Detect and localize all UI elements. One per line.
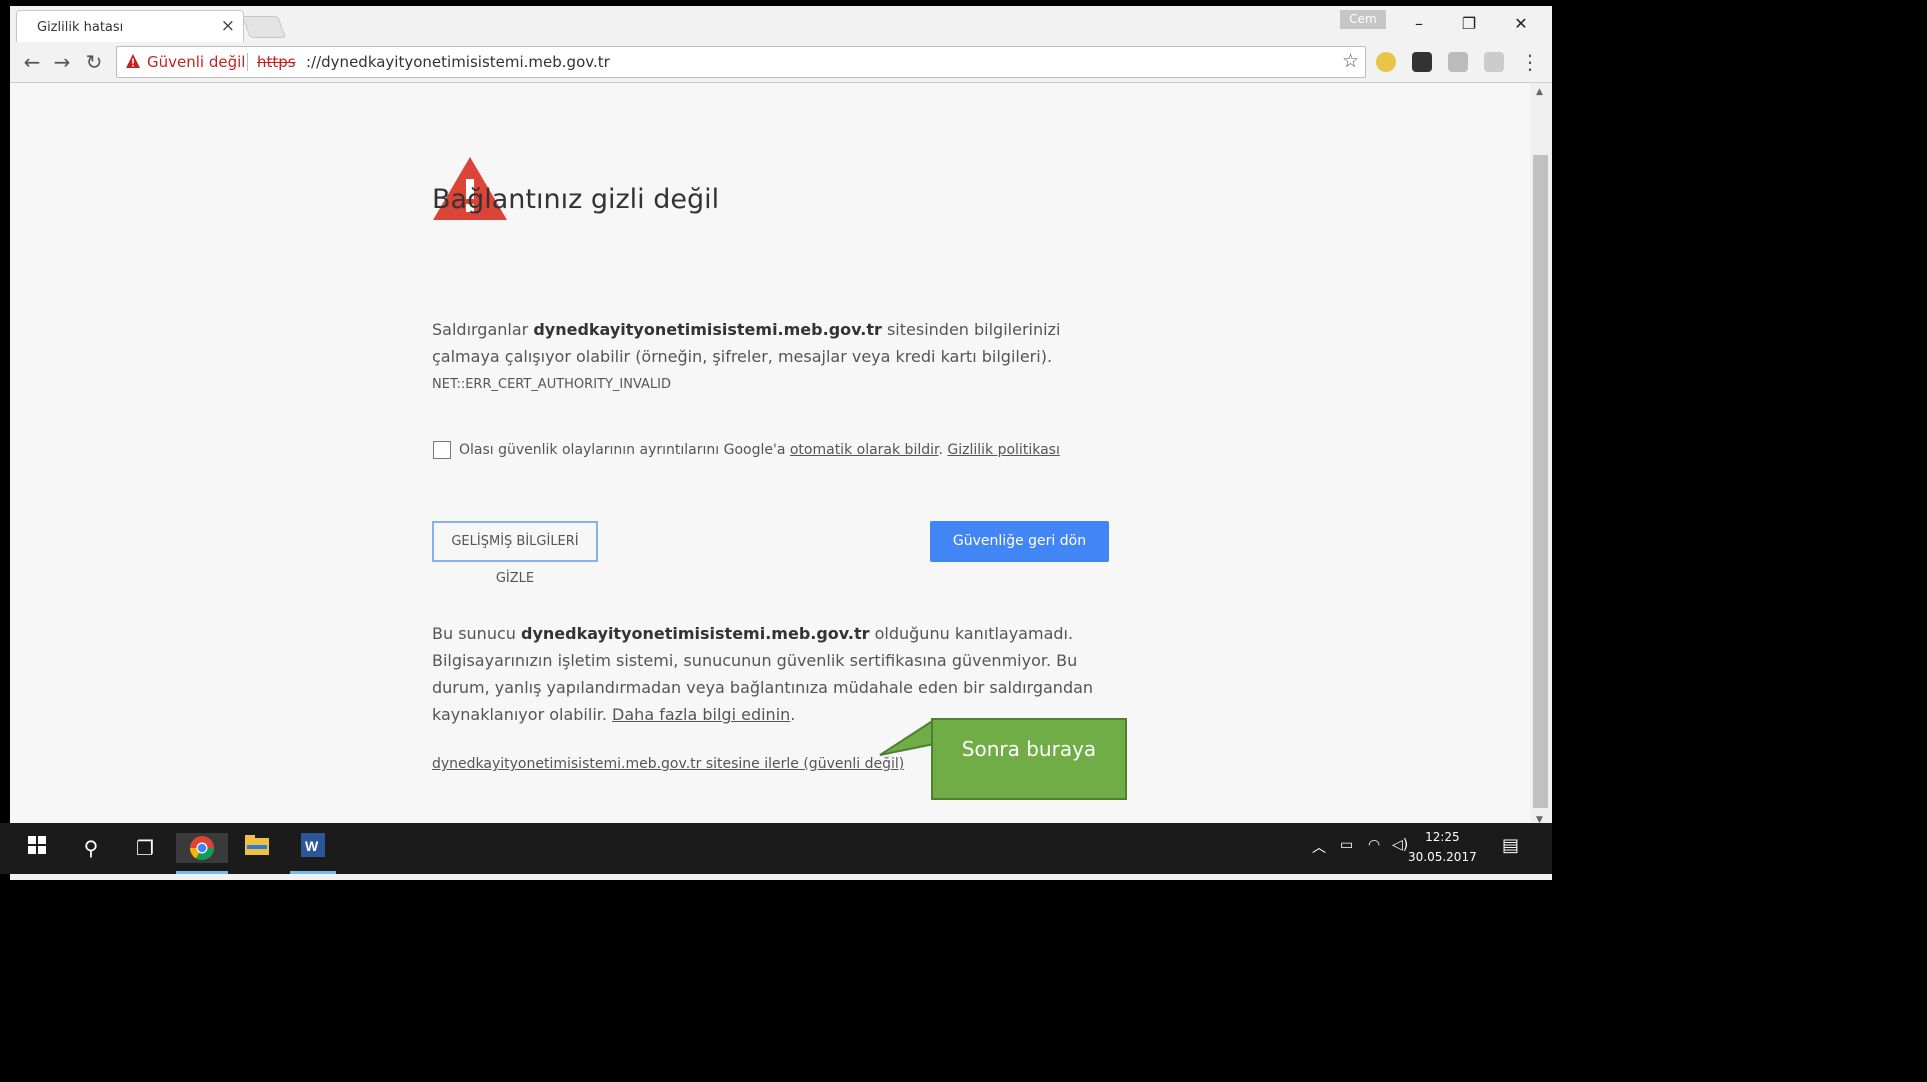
minimize-button[interactable]: – bbox=[1404, 12, 1434, 36]
scrollbar[interactable]: ▲ ▼ bbox=[1530, 83, 1552, 829]
url-scheme: https bbox=[257, 53, 296, 71]
back-to-safety-button[interactable]: Güvenliğe geri dön bbox=[930, 521, 1109, 562]
title-bar: Gizlilik hatası × Cem – ❐ ✕ bbox=[10, 6, 1552, 43]
close-window-button[interactable]: ✕ bbox=[1506, 12, 1536, 36]
restore-button[interactable]: ❐ bbox=[1454, 12, 1484, 36]
detail-pre: Bu sunucu bbox=[432, 624, 521, 643]
forward-arrow-icon[interactable]: → bbox=[48, 48, 76, 76]
task-view-icon[interactable]: ❐ bbox=[130, 833, 160, 863]
tab-title: Gizlilik hatası bbox=[37, 20, 124, 35]
clock-date: 30.05.2017 bbox=[1408, 850, 1477, 864]
report-checkbox[interactable] bbox=[433, 441, 451, 459]
warning-triangle-icon bbox=[126, 54, 140, 68]
tab-active[interactable]: Gizlilik hatası × bbox=[16, 10, 244, 43]
toolbar: ← → ↻ Güvenli değil https ://dynedkayity… bbox=[10, 42, 1552, 83]
annotation-callout: Sonra buraya bbox=[931, 718, 1127, 800]
callout-pointer bbox=[879, 718, 935, 756]
report-checkbox-label: Olası güvenlik olaylarının ayrıntılarını… bbox=[459, 442, 1060, 458]
extension-gray-icon[interactable] bbox=[1448, 52, 1468, 72]
new-tab-button[interactable] bbox=[241, 16, 287, 38]
extension-pdf-icon[interactable] bbox=[1484, 52, 1504, 72]
error-code: NET::ERR_CERT_AUTHORITY_INVALID bbox=[432, 377, 672, 392]
profile-button[interactable]: Cem bbox=[1340, 10, 1386, 29]
detail-paragraph: Bu sunucu dynedkayityonetimisistemi.meb.… bbox=[432, 620, 1102, 728]
intro-host: dynedkayityonetimisistemi.meb.gov.tr bbox=[533, 320, 882, 339]
privacy-policy-link[interactable]: Gizlilik politikası bbox=[947, 442, 1059, 458]
back-arrow-icon[interactable]: ← bbox=[18, 48, 46, 76]
search-icon[interactable]: ⚲ bbox=[76, 833, 106, 863]
taskbar: ⚲ ❐ W ︿ ▭ ◠ ◁) 12:25 30.05.2017 ▤ bbox=[0, 823, 1552, 874]
menu-dots-icon[interactable]: ⋮ bbox=[1516, 48, 1544, 76]
word-active-indicator bbox=[290, 871, 336, 874]
windows-start-icon[interactable] bbox=[22, 833, 52, 863]
reload-icon[interactable]: ↻ bbox=[80, 48, 108, 76]
address-bar[interactable]: Güvenli değil https ://dynedkayityonetim… bbox=[116, 46, 1366, 78]
detail-end: . bbox=[790, 705, 796, 724]
detail-host: dynedkayityonetimisistemi.meb.gov.tr bbox=[520, 624, 870, 643]
learn-more-link[interactable]: Daha fazla bilgi edinin bbox=[612, 705, 790, 724]
wifi-icon[interactable]: ◠ bbox=[1368, 837, 1380, 853]
file-explorer-icon[interactable] bbox=[242, 833, 272, 863]
chrome-icon[interactable] bbox=[176, 833, 228, 863]
checkbox-text: Olası güvenlik olaylarının ayrıntılarını… bbox=[459, 442, 790, 458]
notification-icon[interactable]: ▤ bbox=[1502, 835, 1519, 856]
chrome-active-indicator bbox=[176, 871, 228, 874]
browser-window: Gizlilik hatası × Cem – ❐ ✕ ← → ↻ Güvenl… bbox=[10, 6, 1552, 880]
bookmark-star-icon[interactable]: ☆ bbox=[1342, 50, 1359, 72]
extension-shield-icon[interactable] bbox=[1376, 52, 1396, 72]
hide-advanced-button[interactable]: GELİŞMİŞ BİLGİLERİ GİZLE bbox=[432, 521, 598, 586]
tab-close-icon[interactable]: × bbox=[221, 16, 235, 36]
tray-chevron-icon[interactable]: ︿ bbox=[1312, 837, 1326, 857]
page-content: Bağlantınız gizli değil Saldırganlar dyn… bbox=[10, 83, 1530, 829]
omnibox-divider bbox=[247, 53, 248, 71]
clock-time: 12:25 bbox=[1425, 830, 1460, 844]
proceed-unsafe-link[interactable]: dynedkayityonetimisistemi.meb.gov.tr sit… bbox=[432, 756, 904, 772]
volume-icon[interactable]: ◁) bbox=[1392, 837, 1408, 853]
svg-text:W: W bbox=[305, 838, 319, 854]
word-icon[interactable]: W bbox=[298, 833, 328, 863]
scrollbar-thumb[interactable] bbox=[1533, 155, 1548, 808]
auto-report-link[interactable]: otomatik olarak bildir bbox=[790, 442, 939, 458]
page-title: Bağlantınız gizli değil bbox=[432, 184, 720, 215]
scroll-up-icon[interactable]: ▲ bbox=[1536, 87, 1543, 97]
battery-icon[interactable]: ▭ bbox=[1340, 837, 1353, 853]
url-host: ://dynedkayityonetimisistemi.meb.gov.tr bbox=[306, 53, 610, 71]
taskbar-clock[interactable]: 12:25 30.05.2017 bbox=[1408, 827, 1477, 867]
extension-incognito-icon[interactable] bbox=[1412, 52, 1432, 72]
security-status[interactable]: Güvenli değil bbox=[147, 53, 245, 71]
intro-paragraph: Saldırganlar dynedkayityonetimisistemi.m… bbox=[432, 316, 1122, 370]
intro-pre: Saldırganlar bbox=[432, 320, 534, 339]
